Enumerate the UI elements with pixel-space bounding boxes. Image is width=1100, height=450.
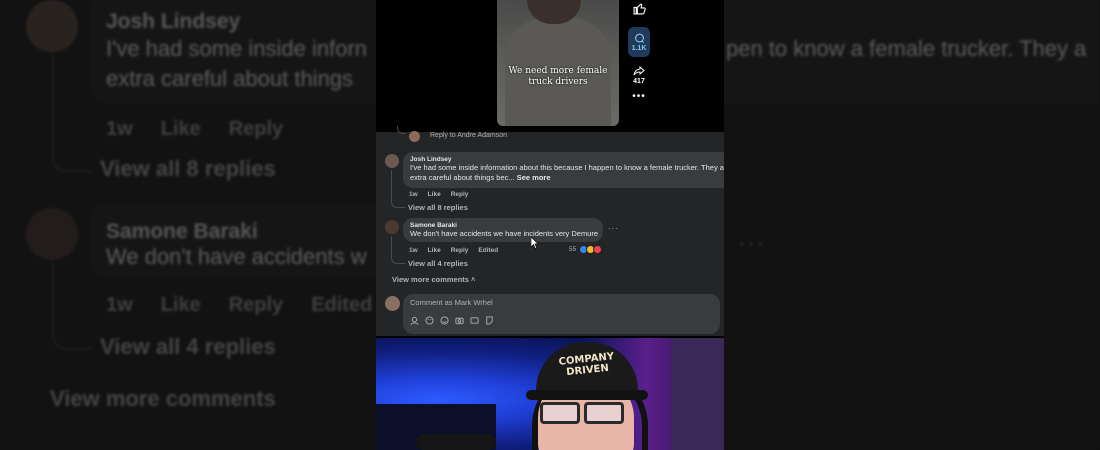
like-button[interactable] xyxy=(633,2,646,15)
more-options-icon[interactable]: ··· xyxy=(608,224,619,233)
reply-avatar xyxy=(409,131,420,142)
comment-composer[interactable]: Comment as Mark Wrhel xyxy=(403,294,720,334)
video-thumbnail[interactable]: We need more female truck drivers xyxy=(497,0,619,126)
reel-video[interactable]: We need more female truck drivers 1.1K 4… xyxy=(376,0,724,132)
phone-frame: We need more female truck drivers 1.1K 4… xyxy=(376,0,724,450)
smiley-icon[interactable] xyxy=(440,316,449,325)
reaction-summary[interactable]: 55 xyxy=(569,245,603,254)
more-dots-icon: ••• xyxy=(632,91,646,102)
comment-text-continued: extra careful about things bec... See mo… xyxy=(410,172,551,182)
microphone xyxy=(416,434,496,450)
commenter-name[interactable]: Samone Baraki xyxy=(410,222,596,229)
video-caption: We need more female truck drivers xyxy=(508,66,608,87)
thumbs-up-icon xyxy=(633,3,646,15)
reaction-count: 55 xyxy=(569,246,577,253)
webcam-feed: COMPANY DRIVEN xyxy=(376,338,724,450)
sticker-icon[interactable] xyxy=(485,316,494,325)
video-action-rail: 1.1K 417 ••• xyxy=(627,0,651,120)
reply-to-label[interactable]: Reply to Andre Adamson xyxy=(430,132,507,139)
comment-bubble: Josh Lindsey I've had some inside inform… xyxy=(403,152,724,188)
edited-label: Edited xyxy=(478,247,499,254)
like-link[interactable]: Like xyxy=(428,191,441,198)
current-user-avatar xyxy=(385,296,400,311)
commenter-name[interactable]: Josh Lindsey xyxy=(410,156,717,163)
comment-input[interactable]: Comment as Mark Wrhel xyxy=(410,298,493,307)
composer-toolbar xyxy=(410,316,494,325)
gif-icon[interactable] xyxy=(470,316,479,325)
more-options-button[interactable]: ••• xyxy=(632,91,646,102)
share-arrow-icon xyxy=(633,65,645,76)
comment-bubble: Samone Baraki We don't have accidents we… xyxy=(403,218,603,242)
comment-text: We don't have accidents we have incident… xyxy=(410,229,599,238)
avatar[interactable] xyxy=(385,154,399,168)
screen: Josh Lindsey I've had some inside inforn… xyxy=(0,0,1100,450)
reply-link[interactable]: Reply xyxy=(451,191,469,198)
comment-time: 1w xyxy=(409,247,418,254)
view-more-comments-link[interactable]: View more comments ˄ xyxy=(392,275,475,284)
chevron-up-icon: ˄ xyxy=(471,277,476,284)
view-replies-link[interactable]: View all 8 replies xyxy=(408,203,468,212)
comment-actions: 1w Like Reply Edited xyxy=(409,247,498,254)
love-reaction-icon xyxy=(593,245,603,254)
comment-icon xyxy=(634,33,644,43)
emoji-icon[interactable] xyxy=(425,316,434,325)
eyeglasses xyxy=(540,402,624,424)
share-button[interactable]: 417 xyxy=(633,65,645,85)
camera-icon[interactable] xyxy=(455,316,464,325)
view-replies-link[interactable]: View all 4 replies xyxy=(408,259,468,268)
like-link[interactable]: Like xyxy=(428,247,441,254)
avatar[interactable] xyxy=(385,220,399,234)
comment-count: 1.1K xyxy=(631,44,647,52)
avatar-sticker-icon[interactable] xyxy=(410,316,419,325)
share-count: 417 xyxy=(633,78,645,85)
mouse-cursor-icon xyxy=(531,237,539,249)
comment-time: 1w xyxy=(409,191,418,198)
comment-text: I've had some inside information about t… xyxy=(410,163,724,172)
see-more-link[interactable]: See more xyxy=(517,173,551,182)
comment-button[interactable]: 1.1K xyxy=(628,27,650,57)
comments-panel: Reply to Andre Adamson Josh Lindsey I've… xyxy=(376,126,724,336)
reply-link[interactable]: Reply xyxy=(451,247,469,254)
comment-actions: 1w Like Reply xyxy=(409,191,468,198)
